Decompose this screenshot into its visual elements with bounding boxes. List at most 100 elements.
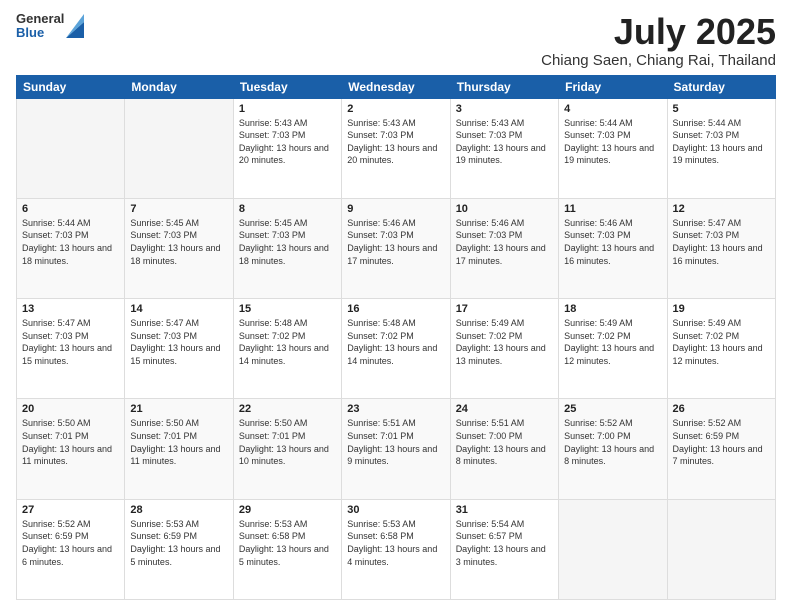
page: General Blue July 2025 Chiang Saen, Chia…	[0, 0, 792, 612]
day-info: Sunrise: 5:44 AM Sunset: 7:03 PM Dayligh…	[22, 217, 119, 267]
day-number: 14	[130, 303, 227, 315]
header: General Blue July 2025 Chiang Saen, Chia…	[16, 12, 776, 69]
day-number: 1	[239, 103, 336, 115]
day-info: Sunrise: 5:49 AM Sunset: 7:02 PM Dayligh…	[456, 317, 553, 367]
calendar-cell: 22 Sunrise: 5:50 AM Sunset: 7:01 PM Dayli…	[233, 399, 341, 499]
calendar-week-row-0: 1 Sunrise: 5:43 AM Sunset: 7:03 PM Daylig…	[17, 98, 776, 198]
calendar-cell: 9Sunrise: 5:46 AM Sunset: 7:03 PM Daylig…	[342, 198, 450, 298]
day-info: Sunrise: 5:43 AM Sunset: 7:03 PM Dayligh…	[347, 117, 444, 167]
calendar-header-row: Sunday Monday Tuesday Wednesday Thursday…	[17, 75, 776, 98]
day-info: Sunrise: 5:44 AM Sunset: 7:03 PM Dayligh…	[673, 117, 770, 167]
day-number: 10	[456, 203, 553, 215]
calendar-cell: 19 Sunrise: 5:49 AM Sunset: 7:02 PM Dayli…	[667, 299, 775, 399]
day-info: Sunrise: 5:46 AM Sunset: 7:03 PM Dayligh…	[456, 217, 553, 267]
day-info: Sunrise: 5:43 AM Sunset: 7:03 PM Dayligh…	[456, 117, 553, 167]
calendar-cell	[559, 499, 667, 599]
calendar-cell: 15 Sunrise: 5:48 AM Sunset: 7:02 PM Dayli…	[233, 299, 341, 399]
day-number: 15	[239, 303, 336, 315]
col-sunday: Sunday	[17, 75, 125, 98]
day-number: 29	[239, 504, 336, 516]
logo-icon	[66, 14, 84, 38]
day-number: 16	[347, 303, 444, 315]
day-number: 19	[673, 303, 770, 315]
day-number: 12	[673, 203, 770, 215]
calendar-week-row-4: 27 Sunrise: 5:52 AM Sunset: 6:59 PM Dayli…	[17, 499, 776, 599]
calendar-cell: 13 Sunrise: 5:47 AM Sunset: 7:03 PM Dayli…	[17, 299, 125, 399]
day-info: Sunrise: 5:43 AM Sunset: 7:03 PM Dayligh…	[239, 117, 336, 167]
calendar-cell: 20Sunrise: 5:50 AM Sunset: 7:01 PM Dayli…	[17, 399, 125, 499]
day-info: Sunrise: 5:48 AM Sunset: 7:02 PM Dayligh…	[239, 317, 336, 367]
calendar-cell: 26 Sunrise: 5:52 AM Sunset: 6:59 PM Dayli…	[667, 399, 775, 499]
calendar-cell: 31 Sunrise: 5:54 AM Sunset: 6:57 PM Dayli…	[450, 499, 558, 599]
day-number: 8	[239, 203, 336, 215]
calendar-cell: 5 Sunrise: 5:44 AM Sunset: 7:03 PM Daylig…	[667, 98, 775, 198]
day-number: 13	[22, 303, 119, 315]
day-number: 17	[456, 303, 553, 315]
col-friday: Friday	[559, 75, 667, 98]
day-info: Sunrise: 5:52 AM Sunset: 6:59 PM Dayligh…	[22, 518, 119, 568]
day-number: 18	[564, 303, 661, 315]
calendar-week-row-1: 6 Sunrise: 5:44 AM Sunset: 7:03 PM Daylig…	[17, 198, 776, 298]
calendar-week-row-2: 13 Sunrise: 5:47 AM Sunset: 7:03 PM Dayli…	[17, 299, 776, 399]
calendar-cell: 14Sunrise: 5:47 AM Sunset: 7:03 PM Dayli…	[125, 299, 233, 399]
calendar-cell: 29 Sunrise: 5:53 AM Sunset: 6:58 PM Dayli…	[233, 499, 341, 599]
col-monday: Monday	[125, 75, 233, 98]
day-info: Sunrise: 5:46 AM Sunset: 7:03 PM Dayligh…	[564, 217, 661, 267]
day-info: Sunrise: 5:47 AM Sunset: 7:03 PM Dayligh…	[22, 317, 119, 367]
day-info: Sunrise: 5:50 AM Sunset: 7:01 PM Dayligh…	[239, 417, 336, 467]
day-info: Sunrise: 5:52 AM Sunset: 7:00 PM Dayligh…	[564, 417, 661, 467]
calendar-cell: 7Sunrise: 5:45 AM Sunset: 7:03 PM Daylig…	[125, 198, 233, 298]
calendar-cell: 2 Sunrise: 5:43 AM Sunset: 7:03 PM Daylig…	[342, 98, 450, 198]
calendar-cell: 24Sunrise: 5:51 AM Sunset: 7:00 PM Dayli…	[450, 399, 558, 499]
calendar-cell: 12 Sunrise: 5:47 AM Sunset: 7:03 PM Dayli…	[667, 198, 775, 298]
calendar-cell: 30Sunrise: 5:53 AM Sunset: 6:58 PM Dayli…	[342, 499, 450, 599]
day-info: Sunrise: 5:49 AM Sunset: 7:02 PM Dayligh…	[673, 317, 770, 367]
calendar-cell: 21Sunrise: 5:50 AM Sunset: 7:01 PM Dayli…	[125, 399, 233, 499]
day-number: 6	[22, 203, 119, 215]
day-number: 7	[130, 203, 227, 215]
title-month: July 2025	[541, 12, 776, 52]
calendar-cell: 1 Sunrise: 5:43 AM Sunset: 7:03 PM Daylig…	[233, 98, 341, 198]
calendar-week-row-3: 20Sunrise: 5:50 AM Sunset: 7:01 PM Dayli…	[17, 399, 776, 499]
calendar-cell: 18 Sunrise: 5:49 AM Sunset: 7:02 PM Dayli…	[559, 299, 667, 399]
day-number: 11	[564, 203, 661, 215]
calendar-cell: 16 Sunrise: 5:48 AM Sunset: 7:02 PM Dayli…	[342, 299, 450, 399]
day-info: Sunrise: 5:44 AM Sunset: 7:03 PM Dayligh…	[564, 117, 661, 167]
day-info: Sunrise: 5:51 AM Sunset: 7:01 PM Dayligh…	[347, 417, 444, 467]
calendar-cell: 8 Sunrise: 5:45 AM Sunset: 7:03 PM Daylig…	[233, 198, 341, 298]
day-info: Sunrise: 5:54 AM Sunset: 6:57 PM Dayligh…	[456, 518, 553, 568]
col-thursday: Thursday	[450, 75, 558, 98]
day-info: Sunrise: 5:51 AM Sunset: 7:00 PM Dayligh…	[456, 417, 553, 467]
day-info: Sunrise: 5:50 AM Sunset: 7:01 PM Dayligh…	[130, 417, 227, 467]
day-number: 9	[347, 203, 444, 215]
day-number: 27	[22, 504, 119, 516]
title-location: Chiang Saen, Chiang Rai, Thailand	[541, 52, 776, 69]
day-number: 2	[347, 103, 444, 115]
day-number: 26	[673, 403, 770, 415]
day-number: 5	[673, 103, 770, 115]
day-info: Sunrise: 5:49 AM Sunset: 7:02 PM Dayligh…	[564, 317, 661, 367]
calendar-table: Sunday Monday Tuesday Wednesday Thursday…	[16, 75, 776, 600]
day-info: Sunrise: 5:48 AM Sunset: 7:02 PM Dayligh…	[347, 317, 444, 367]
logo-blue-text: Blue	[16, 26, 64, 40]
day-info: Sunrise: 5:53 AM Sunset: 6:58 PM Dayligh…	[239, 518, 336, 568]
title-block: July 2025 Chiang Saen, Chiang Rai, Thail…	[541, 12, 776, 69]
day-number: 4	[564, 103, 661, 115]
logo: General Blue	[16, 12, 84, 41]
day-number: 28	[130, 504, 227, 516]
day-info: Sunrise: 5:45 AM Sunset: 7:03 PM Dayligh…	[239, 217, 336, 267]
calendar-cell: 27 Sunrise: 5:52 AM Sunset: 6:59 PM Dayli…	[17, 499, 125, 599]
col-tuesday: Tuesday	[233, 75, 341, 98]
calendar-cell	[667, 499, 775, 599]
day-info: Sunrise: 5:52 AM Sunset: 6:59 PM Dayligh…	[673, 417, 770, 467]
calendar-cell: 25 Sunrise: 5:52 AM Sunset: 7:00 PM Dayli…	[559, 399, 667, 499]
calendar-cell: 23 Sunrise: 5:51 AM Sunset: 7:01 PM Dayli…	[342, 399, 450, 499]
day-number: 30	[347, 504, 444, 516]
day-number: 25	[564, 403, 661, 415]
logo-general-text: General	[16, 12, 64, 26]
day-number: 22	[239, 403, 336, 415]
day-number: 31	[456, 504, 553, 516]
day-number: 23	[347, 403, 444, 415]
calendar-cell: 4 Sunrise: 5:44 AM Sunset: 7:03 PM Daylig…	[559, 98, 667, 198]
day-info: Sunrise: 5:47 AM Sunset: 7:03 PM Dayligh…	[673, 217, 770, 267]
